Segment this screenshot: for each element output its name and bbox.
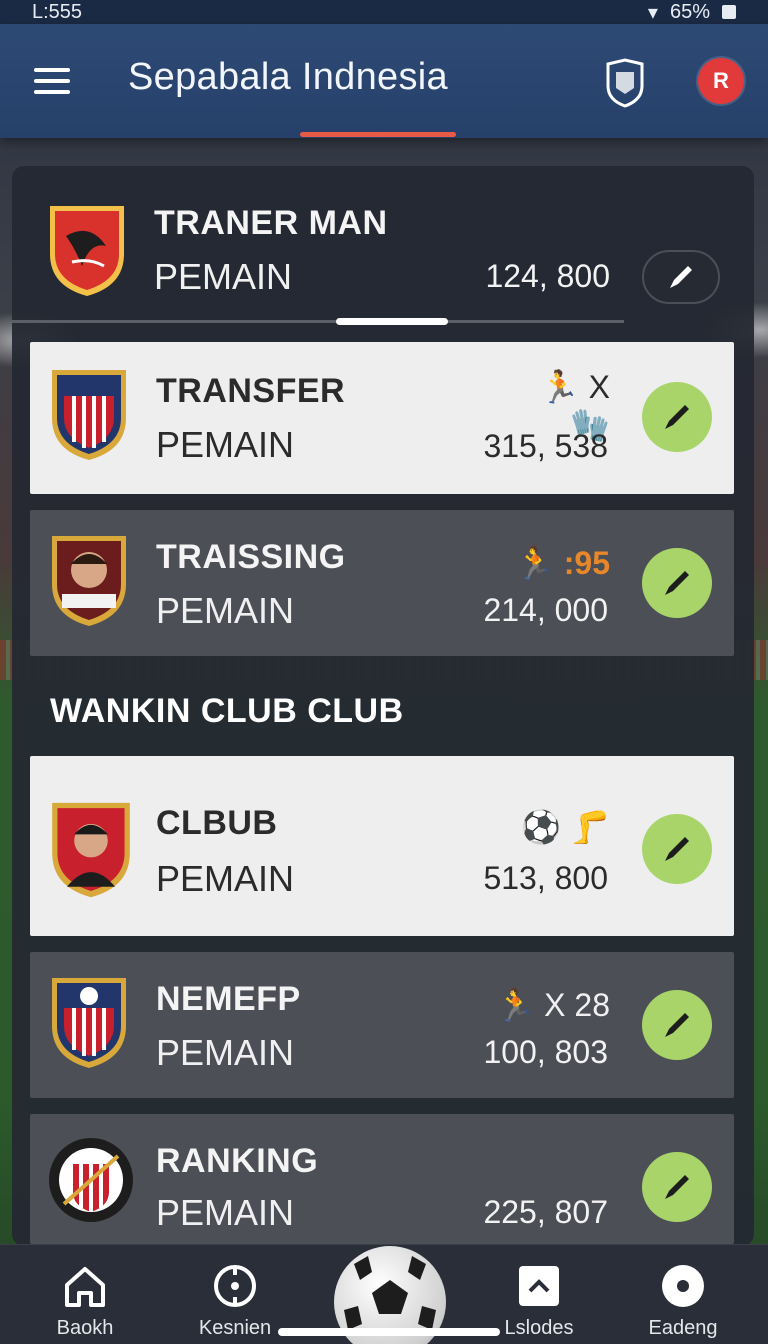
club-crest-icon <box>50 206 124 296</box>
status-bar: L:555 ▾ 65% <box>0 0 768 24</box>
chevron-up-icon <box>484 1261 594 1311</box>
football-icon: ⚽ <box>521 809 562 845</box>
card-title: CLBUB <box>156 804 278 842</box>
nav-item-home[interactable]: Baokh <box>30 1261 140 1340</box>
pencil-icon <box>665 1175 689 1199</box>
club-crest-icon <box>52 978 126 1068</box>
scroll-indicator <box>336 318 448 325</box>
go-button[interactable] <box>642 548 712 618</box>
stat-extra: X 28 <box>544 987 610 1023</box>
nav-label: Eadeng <box>648 1317 718 1339</box>
nav-label: Kesnien <box>198 1317 272 1339</box>
club-crest-icon <box>52 370 126 460</box>
card-subtitle: PEMAIN <box>156 1192 295 1233</box>
card-value: 513, 800 <box>483 860 608 896</box>
list-item-transfer[interactable]: TRANSFER PEMAIN 🏃 X 🧤 315, 538 <box>30 342 734 494</box>
nav-item-reading[interactable]: Eadeng <box>628 1261 738 1340</box>
list-item-club[interactable]: CLBUB PEMAIN ⚽ 🦵 513, 800 <box>30 756 734 936</box>
card-subtitle: PEMAIN <box>156 590 295 631</box>
list-item-nemefp[interactable]: NEMEFP PEMAIN 🏃 X 28 100, 803 <box>30 952 734 1098</box>
card-value: 214, 000 <box>483 592 608 628</box>
card-title: NEMEFP <box>156 980 301 1018</box>
card-title: TRAISSING <box>156 538 346 576</box>
club-badge-button[interactable] <box>604 58 646 108</box>
card-title: TRANSFER <box>156 372 346 410</box>
go-button[interactable] <box>642 990 712 1060</box>
go-button[interactable] <box>642 1152 712 1222</box>
profile-button[interactable]: R <box>698 58 744 104</box>
go-button[interactable] <box>642 814 712 884</box>
pencil-icon <box>665 837 689 861</box>
card-subtitle: PEMAIN <box>156 1032 295 1073</box>
list-item-ranking[interactable]: RANKING PEMAIN 225, 807 <box>30 1114 734 1244</box>
go-button[interactable] <box>642 382 712 452</box>
player-icon: 🦵 <box>570 809 610 845</box>
pencil-icon <box>665 1013 689 1037</box>
battery-level: 65% <box>669 0 710 23</box>
card-title: RANKING <box>156 1142 319 1180</box>
divider <box>12 320 624 323</box>
card-subtitle: PEMAIN <box>154 256 293 297</box>
player-crest-icon <box>52 802 130 898</box>
pencil-icon <box>670 266 692 288</box>
wifi-icon: ▾ <box>647 1 658 24</box>
round-crest-icon <box>49 1138 133 1222</box>
card-subtitle: PEMAIN <box>156 424 295 465</box>
section-title: WANKIN CLUB CLUB <box>50 692 404 730</box>
battery-icon <box>722 5 736 19</box>
player-icon: 🏃 <box>515 545 555 581</box>
home-indicator[interactable] <box>278 1328 500 1336</box>
compass-icon <box>180 1261 290 1311</box>
player-icon: 🏃 <box>495 987 536 1023</box>
card-value: 100, 803 <box>483 1034 608 1070</box>
hamburger-icon <box>34 68 70 72</box>
card-subtitle: PEMAIN <box>156 858 295 899</box>
nav-label: Baokh <box>56 1317 114 1339</box>
nav-item-slides[interactable]: Lslodes <box>484 1261 594 1340</box>
card-value: 225, 807 <box>483 1194 608 1230</box>
pencil-icon <box>665 405 689 429</box>
list-item-training[interactable]: TRAISSING PEMAIN 🏃 :95 214, 000 <box>30 510 734 656</box>
nav-item-explore[interactable]: Kesnien <box>180 1261 290 1340</box>
card-value: 315, 538 <box>483 428 608 464</box>
player-crest-icon <box>52 536 126 626</box>
app-header: Sepabala Indnesia R <box>0 24 768 138</box>
home-icon <box>30 1261 140 1311</box>
stat-extra: :95 <box>563 545 610 581</box>
nav-label: Lslodes <box>504 1317 574 1339</box>
edit-button[interactable] <box>642 250 720 304</box>
record-icon <box>628 1261 738 1311</box>
menu-button[interactable] <box>34 68 70 96</box>
status-time: L:555 <box>32 0 83 23</box>
player-icon: 🏃 <box>539 369 580 405</box>
trainer-card: TRANER MAN PEMAIN 124, 800 <box>12 166 754 326</box>
pencil-icon <box>665 571 689 595</box>
app-title: Sepabala Indnesia <box>128 56 448 98</box>
card-title: TRANER MAN <box>154 204 388 242</box>
stat-extra: X <box>588 369 610 405</box>
tab-indicator <box>300 132 456 137</box>
card-value: 124, 800 <box>485 258 610 294</box>
shield-icon <box>606 58 644 108</box>
